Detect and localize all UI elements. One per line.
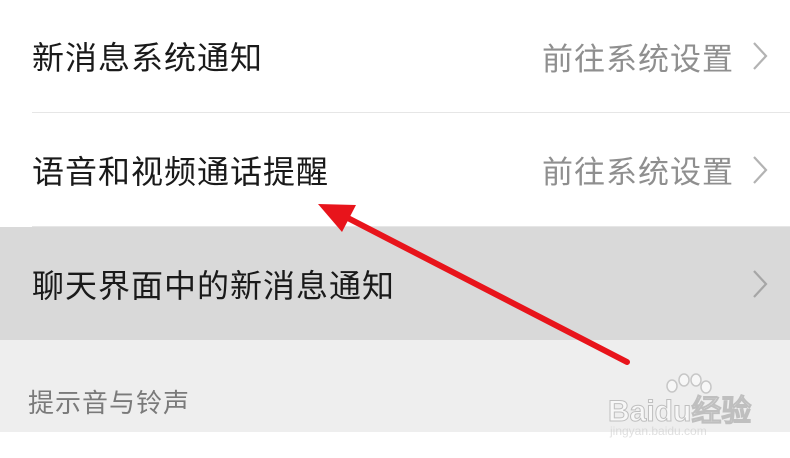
settings-item-label: 新消息系统通知	[32, 39, 264, 77]
settings-item-new-message-system-notification[interactable]: 新消息系统通知 前往系统设置	[0, 0, 790, 112]
settings-item-value: 前往系统设置	[542, 41, 734, 78]
section-title-sounds-ringtones: 提示音与铃声	[28, 389, 191, 419]
chevron-right-icon	[746, 153, 774, 187]
settings-item-label: 语音和视频通话提醒	[32, 152, 330, 191]
watermark: Baidu经验 jingyan.baidu.com	[600, 372, 780, 442]
settings-item-trailing	[734, 267, 774, 301]
settings-item-value: 前往系统设置	[542, 155, 734, 191]
settings-item-trailing: 前往系统设置	[542, 34, 774, 79]
watermark-url: jingyan.baidu.com	[610, 424, 707, 438]
settings-item-chat-new-message-notification[interactable]: 聊天界面中的新消息通知	[0, 227, 790, 340]
settings-screen: 新消息系统通知 前往系统设置 语音和视频通话提醒 前往系统设置 聊天界面中的新消…	[0, 0, 790, 458]
settings-item-trailing: 前往系统设置	[542, 147, 774, 192]
settings-item-label: 聊天界面中的新消息通知	[32, 266, 396, 305]
chevron-right-icon	[746, 267, 774, 301]
settings-item-voice-video-call-reminder[interactable]: 语音和视频通话提醒 前往系统设置	[0, 113, 790, 226]
chevron-right-icon	[746, 39, 774, 73]
